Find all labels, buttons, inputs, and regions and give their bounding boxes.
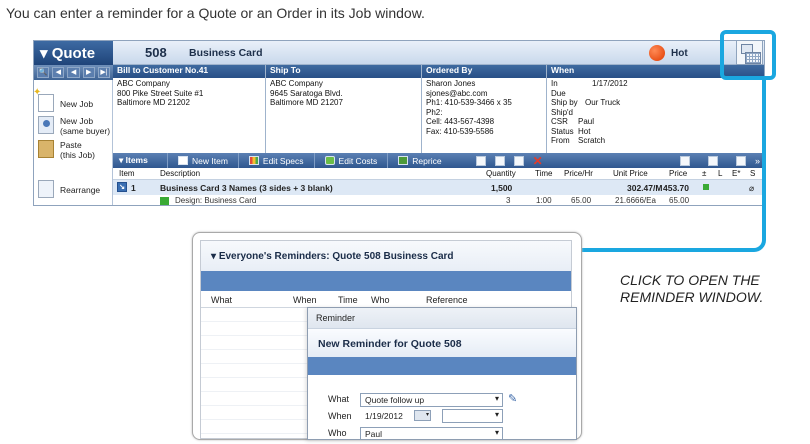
ordered-by-block[interactable]: Ordered By Sharon Jones sjones@abc.com P… xyxy=(422,65,547,153)
items-menu[interactable]: ▾ Items xyxy=(113,155,167,166)
reminder-dialog: Reminder New Reminder for Quote 508 What… xyxy=(307,307,577,440)
new-job-button[interactable]: New Job xyxy=(34,88,93,112)
reminder-form: What Quote follow up ▾ ✎ When 1/19/2012 ▾… xyxy=(308,375,576,439)
hot-status-icon xyxy=(649,45,665,61)
quote-window: ▾ Quote 508 Business Card Hot 🔍 ◀ ◀ ▶ ▶|… xyxy=(33,40,765,206)
clipboard-icon xyxy=(38,140,54,158)
component-icon xyxy=(160,197,169,205)
attachment-icon[interactable]: ⌀ xyxy=(749,183,754,194)
what-select[interactable]: Quote follow up ▾ xyxy=(360,393,503,407)
status-indicator-icon xyxy=(703,184,709,190)
status-label: Hot xyxy=(671,48,688,59)
quote-title[interactable]: ▾ Quote xyxy=(34,41,113,65)
copy-icon[interactable] xyxy=(494,155,505,166)
items-toolbar: ▾ Items New Item Edit Specs Edit Costs R… xyxy=(113,153,764,168)
rearrange-button[interactable]: Rearrange xyxy=(38,180,100,198)
new-item-button[interactable]: New Item xyxy=(167,153,238,168)
previous-record-button[interactable]: ◀ xyxy=(67,67,80,78)
chevron-double-down-icon[interactable]: » xyxy=(755,156,760,166)
job-name: Business Card xyxy=(189,47,263,59)
reminder-titlebar: Reminder xyxy=(308,308,576,328)
chevron-down-icon: ▾ xyxy=(494,428,499,437)
quote-header: 508 Business Card Hot xyxy=(113,41,764,65)
delete-icon[interactable]: ✕ xyxy=(533,155,543,167)
table-row[interactable]: Design: Business Card 3 1:00 65.00 21.66… xyxy=(113,195,764,205)
when-date-field[interactable]: 1/19/2012 xyxy=(360,409,410,423)
callout-line-corner xyxy=(592,226,766,252)
reminder-band xyxy=(308,357,576,375)
callout-line xyxy=(762,80,766,232)
edit-specs-button[interactable]: Edit Specs xyxy=(237,153,314,168)
note-icon[interactable] xyxy=(707,155,718,166)
reminder-icon[interactable] xyxy=(679,155,690,166)
when-time-select[interactable]: ▾ xyxy=(442,409,503,423)
table-row[interactable]: ↘ 1 Business Card 3 Names (3 sides + 3 b… xyxy=(113,180,764,195)
expand-icon[interactable]: ↘ xyxy=(117,182,127,192)
who-select[interactable]: Paul ▾ xyxy=(360,427,503,439)
folder-icon[interactable] xyxy=(475,155,486,166)
reminders-table-header: What When Time Who Reference xyxy=(201,291,571,308)
new-item-icon xyxy=(178,156,188,165)
pencil-icon[interactable]: ✎ xyxy=(508,393,521,406)
calendar-icon[interactable]: ▾ xyxy=(414,410,431,421)
items-table-header: Item Description Quantity Time Price/Hr … xyxy=(113,168,764,180)
edit-costs-button[interactable]: Edit Costs xyxy=(313,153,388,168)
callout-text: CLICK TO OPEN THE REMINDER WINDOW. xyxy=(620,272,764,305)
reprice-button[interactable]: Reprice xyxy=(387,153,451,168)
search-icon[interactable]: 🔍 xyxy=(37,67,50,78)
person-icon xyxy=(38,116,54,134)
ship-to-block[interactable]: Ship To ABC Company 9645 Saratoga Blvd. … xyxy=(266,65,422,153)
new-document-icon xyxy=(34,88,54,112)
paste-job-button[interactable]: Paste (this Job) xyxy=(38,140,95,160)
next-record-button[interactable]: ▶ xyxy=(82,67,95,78)
chevron-down-icon: ▾ xyxy=(494,410,499,419)
rearrange-icon xyxy=(38,180,54,198)
first-record-button[interactable]: ◀ xyxy=(52,67,65,78)
reminders-title[interactable]: ▾ Everyone's Reminders: Quote 508 Busine… xyxy=(201,241,571,271)
new-job-same-buyer-button[interactable]: New Job (same buyer) xyxy=(38,116,110,136)
chevron-down-icon: ▾ xyxy=(494,394,499,403)
reminders-band xyxy=(201,271,571,291)
edit-costs-icon xyxy=(324,156,335,165)
quote-sidebar: New Job New Job (same buyer) Paste (this… xyxy=(34,80,113,205)
reminder-heading: New Reminder for Quote 508 xyxy=(308,328,576,357)
job-info-blocks: Bill to Customer No.41 ABC Company 800 P… xyxy=(113,65,764,153)
callout-highlight xyxy=(720,30,776,80)
quote-number: 508 xyxy=(145,45,167,60)
reprice-icon xyxy=(398,156,409,165)
caption-text: You can enter a reminder for a Quote or … xyxy=(6,5,425,21)
reminders-list[interactable] xyxy=(201,308,306,438)
last-record-button[interactable]: ▶| xyxy=(97,67,111,78)
edit-icon[interactable] xyxy=(513,155,524,166)
bill-to-block[interactable]: Bill to Customer No.41 ABC Company 800 P… xyxy=(113,65,266,153)
nav-bar: 🔍 ◀ ◀ ▶ ▶| xyxy=(34,65,113,80)
edit-specs-icon xyxy=(248,156,259,165)
view-icon[interactable] xyxy=(735,155,746,166)
